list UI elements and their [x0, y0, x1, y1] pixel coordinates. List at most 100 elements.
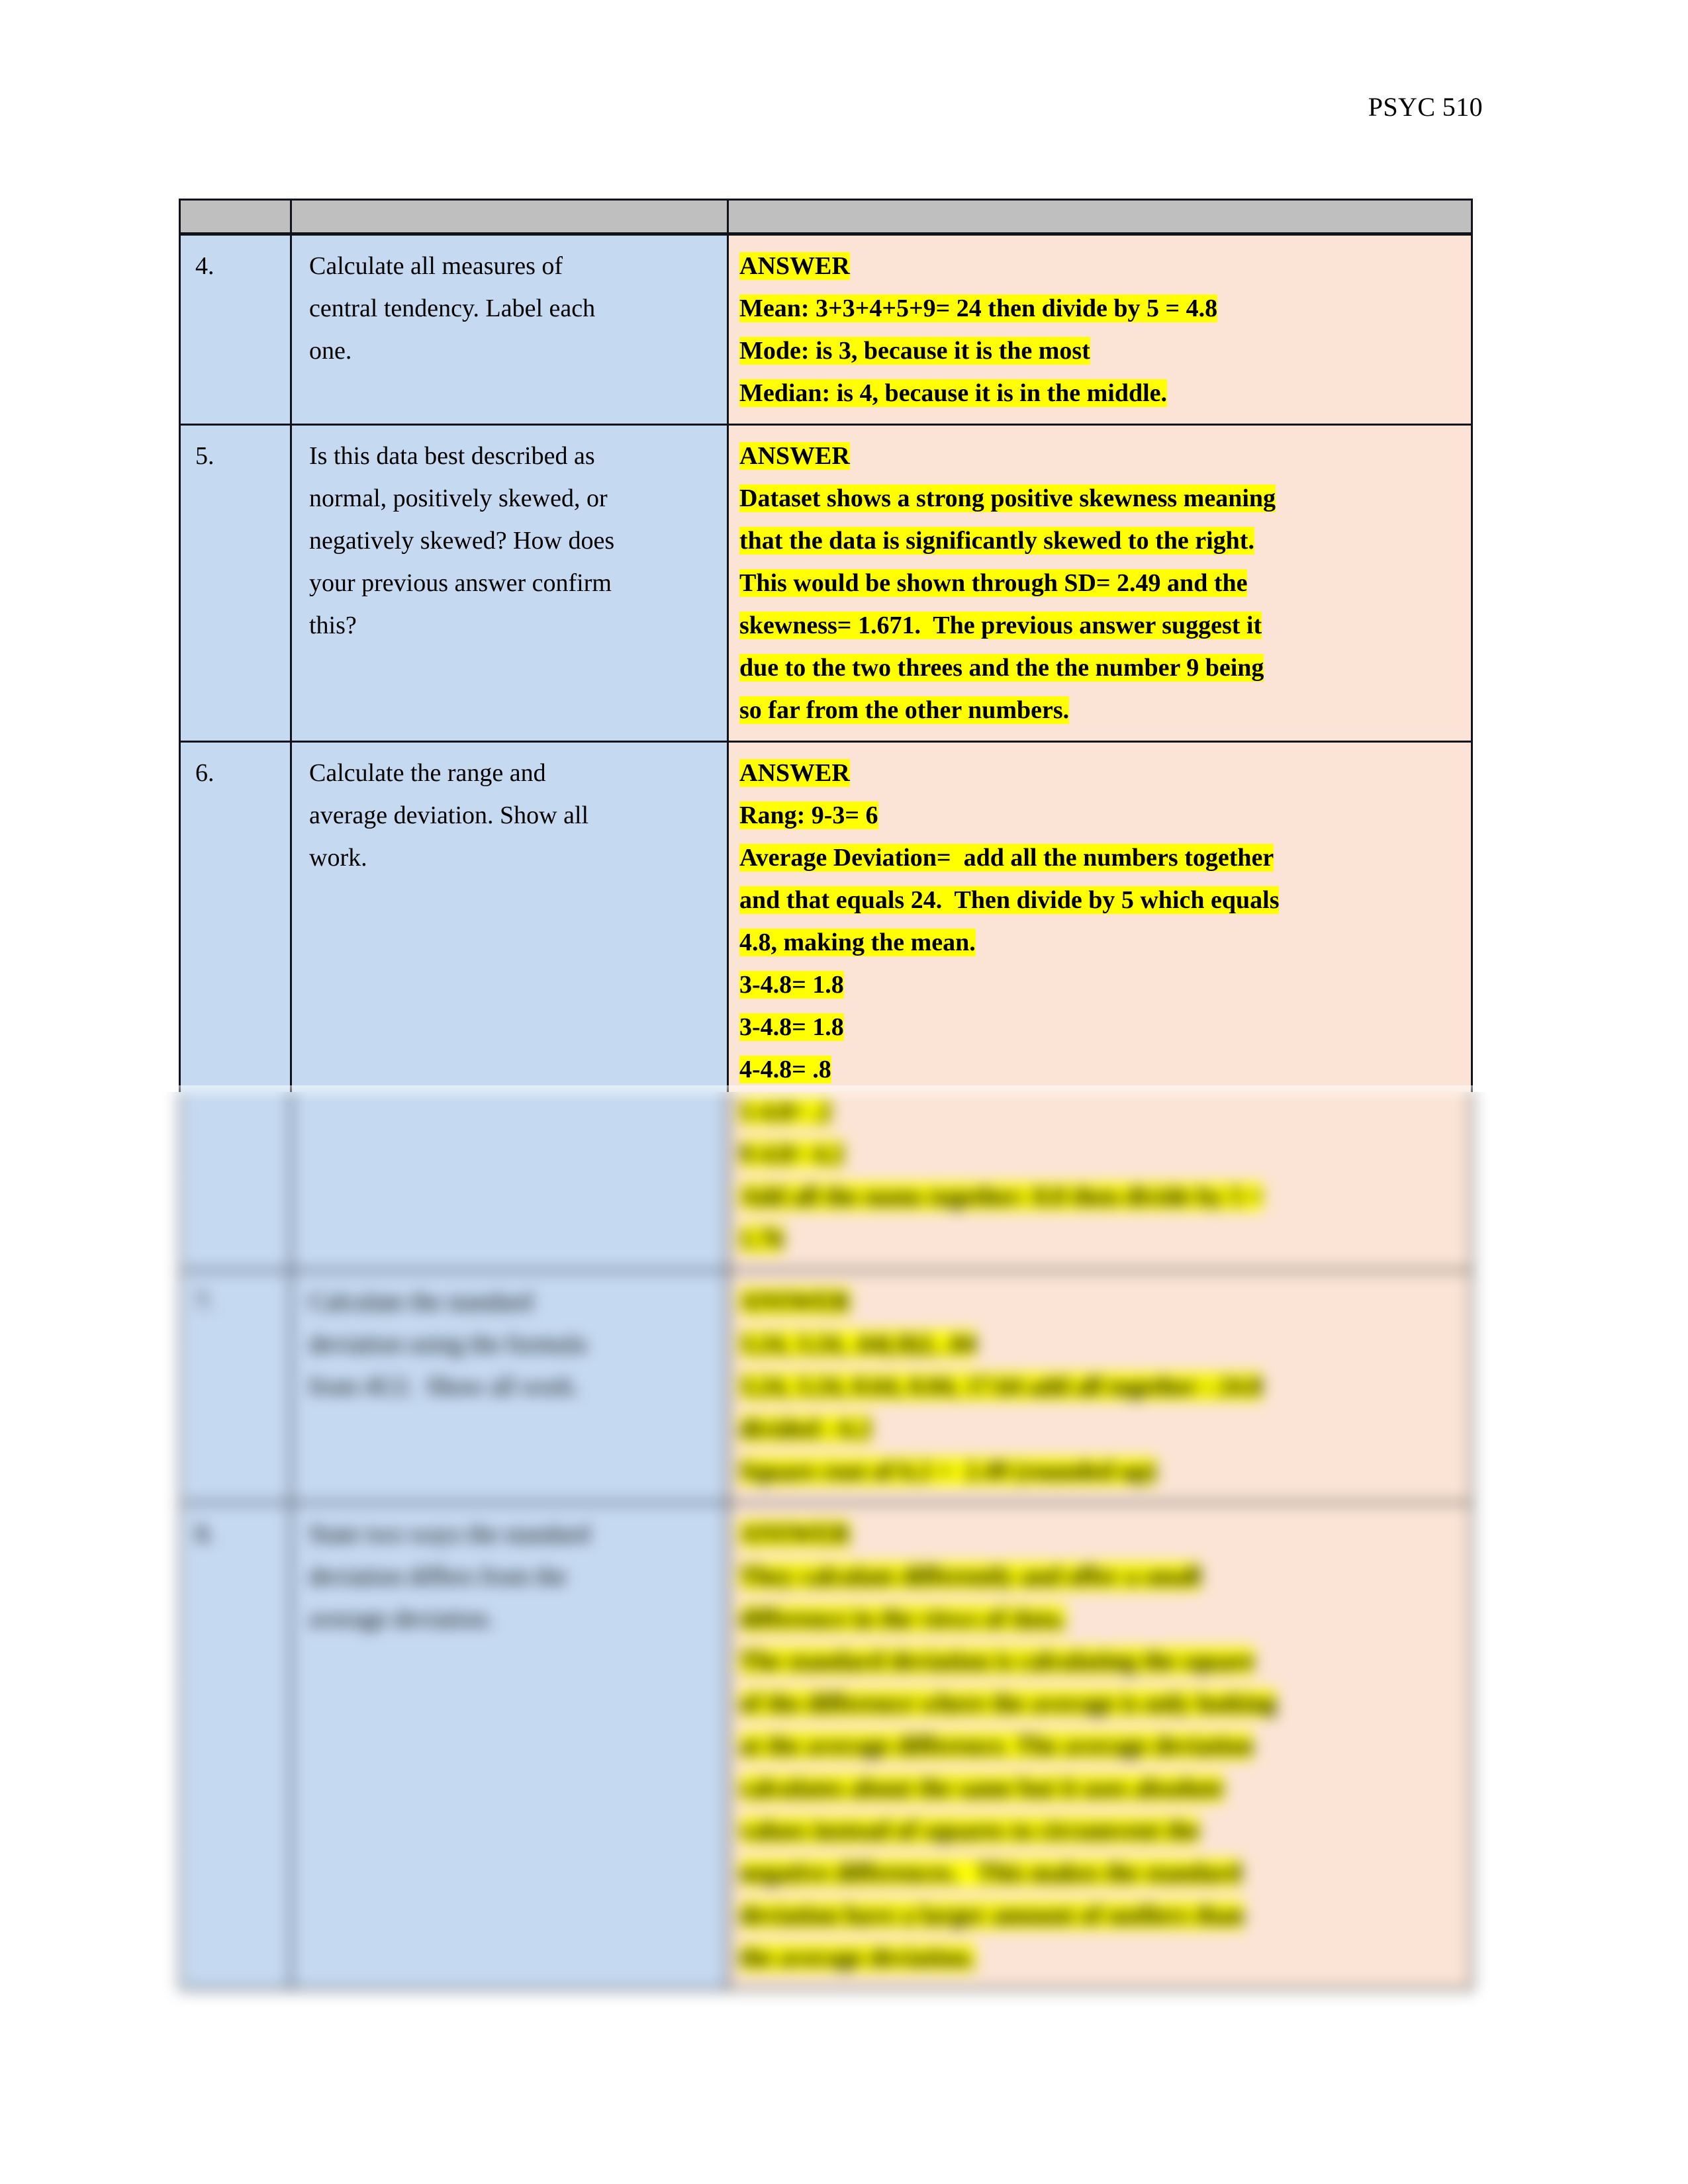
answer-line: at the average difference. The average d…	[739, 1725, 1459, 1767]
highlighted-text: 1.76	[739, 1225, 784, 1253]
highlighted-text: The standard deviation is calculating th…	[739, 1647, 1255, 1675]
highlighted-text: Mean: 3+3+4+5+9= 24 then divide by 5 = 4…	[739, 295, 1218, 322]
question-cell: Calculate all measures of central tendenc…	[290, 233, 729, 426]
answer-line: 3-4.8= 1.8	[739, 1006, 1459, 1048]
answer-line: 1.76	[739, 1218, 1459, 1260]
highlighted-text: calculates about the same but it uses ab…	[739, 1774, 1224, 1802]
question-line: average deviation.	[309, 1605, 494, 1633]
answer-cell: ANSWER Rang: 9-3= 6 Average Deviation= add…	[727, 741, 1473, 1271]
answer-line: ANSWER	[739, 1281, 1459, 1323]
highlighted-text: Median: is 4, because it is in the middl…	[739, 379, 1168, 407]
highlighted-text: of the difference where the average is o…	[739, 1690, 1277, 1717]
answer-line: that the data is significantly skewed to…	[739, 520, 1459, 562]
table-row: 4. Calculate all measures of central tende…	[179, 233, 1473, 426]
row-number: 4.	[195, 252, 214, 280]
question-line: normal, positively skewed, or	[309, 484, 608, 512]
question-line: from 4U2. Show all work.	[309, 1373, 580, 1400]
highlighted-text: at the average difference. The average d…	[739, 1732, 1254, 1760]
highlighted-text: 3.24, 3.24, 0.64, 0.04, 17.64 add all to…	[739, 1373, 1262, 1400]
answer-line: Average Deviation= add all the numbers t…	[739, 837, 1459, 879]
highlighted-text: 3.24, 3.24, .64(.8)2, .04	[739, 1330, 976, 1358]
answer-line: This would be shown through SD= 2.49 and…	[739, 562, 1459, 604]
highlighted-text: that the data is significantly skewed to…	[739, 527, 1254, 555]
preview-blur-left-feather	[0, 1092, 199, 2184]
answer-line: due to the two threes and the the number…	[739, 647, 1459, 689]
highlighted-text: Add all the nums together: 8.8 then divi…	[739, 1183, 1264, 1210]
highlighted-text: This would be shown through SD= 2.49 and…	[739, 569, 1248, 597]
header-strip-question-col	[290, 199, 729, 236]
highlighted-text: values instead of squares to circumvent …	[739, 1817, 1200, 1844]
question-line: deviation using the formula	[309, 1330, 586, 1358]
highlighted-text: and that equals 24. Then divide by 5 whi…	[739, 886, 1280, 914]
answer-line: the average deviation.	[739, 1936, 1459, 1979]
highlighted-text: ANSWER	[739, 252, 850, 280]
answer-line: 4.8, making the mean.	[739, 921, 1459, 964]
question-line: Calculate the range and	[309, 759, 546, 787]
answer-line: Median: is 4, because it is in the middl…	[739, 372, 1459, 414]
page-header-course-code: PSYC 510	[1368, 92, 1483, 122]
answer-line: 4-4.8= .8	[739, 1048, 1459, 1091]
answer-cell: ANSWER They calculate differently and off…	[727, 1502, 1473, 1990]
header-strip-answer-col	[727, 199, 1473, 236]
row-number-cell: 4.	[179, 233, 292, 426]
highlighted-text: ANSWER	[739, 1288, 850, 1316]
answer-line: values instead of squares to circumvent …	[739, 1809, 1459, 1852]
row-number: 7.	[195, 1288, 214, 1316]
answer-line: so far from the other numbers.	[739, 689, 1459, 731]
highlighted-text: the average deviation.	[739, 1944, 975, 1972]
question-line: average deviation. Show all	[309, 801, 589, 829]
highlighted-text: negative differences. This makes the sta…	[739, 1859, 1242, 1887]
row-number-cell: 8.	[179, 1502, 292, 1990]
answer-line: and that equals 24. Then divide by 5 whi…	[739, 879, 1459, 921]
table-body: 4. Calculate all measures of central tende…	[179, 199, 1473, 1990]
question-cell: Calculate the standard deviation using th…	[290, 1269, 729, 1504]
answer-line: 3.24, 3.24, 0.64, 0.04, 17.64 add all to…	[739, 1365, 1459, 1408]
highlighted-text: Square root of 6.2 = 2.49 (rounded up)	[739, 1457, 1156, 1485]
question-answer-table: 4. Calculate all measures of central tende…	[179, 199, 1473, 1990]
answer-line: ANSWER	[739, 752, 1459, 794]
answer-line: ANSWER	[739, 435, 1459, 477]
table-row: 7. Calculate the standard deviation using …	[179, 1269, 1473, 1504]
answer-line: Mode: is 3, because it is the most	[739, 330, 1459, 372]
row-number-cell: 5.	[179, 424, 292, 743]
question-cell: State two ways the standard deviation dif…	[290, 1502, 729, 1990]
answer-line: of the difference where the average is o…	[739, 1682, 1459, 1725]
answer-line: negative differences. This makes the sta…	[739, 1852, 1459, 1894]
row-number-cell: 6.	[179, 741, 292, 1271]
answer-line: 3.24, 3.24, .64(.8)2, .04	[739, 1323, 1459, 1365]
question-line: deviation differs from the	[309, 1563, 567, 1590]
highlighted-text: deviation have a larger amount of outlie…	[739, 1901, 1244, 1929]
question-line: work.	[309, 844, 367, 872]
question-line: one.	[309, 337, 352, 365]
answer-line: Square root of 6.2 = 2.49 (rounded up)	[739, 1450, 1459, 1492]
answer-line: Add all the nums together: 8.8 then divi…	[739, 1175, 1459, 1218]
question-line: this?	[309, 612, 357, 639]
highlighted-text: They calculate differently and offer a s…	[739, 1563, 1201, 1590]
table-header-strip	[179, 199, 1473, 236]
question-line: State two ways the standard	[309, 1520, 590, 1548]
question-line: Calculate the standard	[309, 1288, 533, 1316]
highlighted-text: 5-4.8= .2	[739, 1098, 831, 1126]
highlighted-text: so far from the other numbers.	[739, 696, 1070, 724]
answer-line: skewness= 1.671. The previous answer sug…	[739, 604, 1459, 647]
answer-cell: ANSWER 3.24, 3.24, .64(.8)2, .04 3.24, 3.2…	[727, 1269, 1473, 1504]
highlighted-text: Average Deviation= add all the numbers t…	[739, 844, 1274, 872]
answer-line: ANSWER	[739, 245, 1459, 287]
answer-line: Dataset shows a strong positive skewness…	[739, 477, 1459, 520]
row-number-cell: 7.	[179, 1269, 292, 1504]
question-cell: Calculate the range and average deviation…	[290, 741, 729, 1271]
highlighted-text: ANSWER	[739, 759, 850, 787]
question-line: central tendency. Label each	[309, 295, 596, 322]
answer-line: deviation have a larger amount of outlie…	[739, 1894, 1459, 1936]
highlighted-text: Rang: 9-3= 6	[739, 801, 878, 829]
answer-line: divided : 6.2	[739, 1408, 1459, 1450]
answer-line: 5-4.8= .2	[739, 1091, 1459, 1133]
highlighted-text: 3-4.8= 1.8	[739, 971, 844, 999]
highlighted-text: Mode: is 3, because it is the most	[739, 337, 1090, 365]
question-cell: Is this data best described as normal, po…	[290, 424, 729, 743]
question-line: Is this data best described as	[309, 442, 595, 470]
row-number: 8.	[195, 1520, 214, 1548]
highlighted-text: skewness= 1.671. The previous answer sug…	[739, 612, 1262, 639]
highlighted-text: difference in the views of data.	[739, 1605, 1066, 1633]
question-line: Calculate all measures of	[309, 252, 563, 280]
